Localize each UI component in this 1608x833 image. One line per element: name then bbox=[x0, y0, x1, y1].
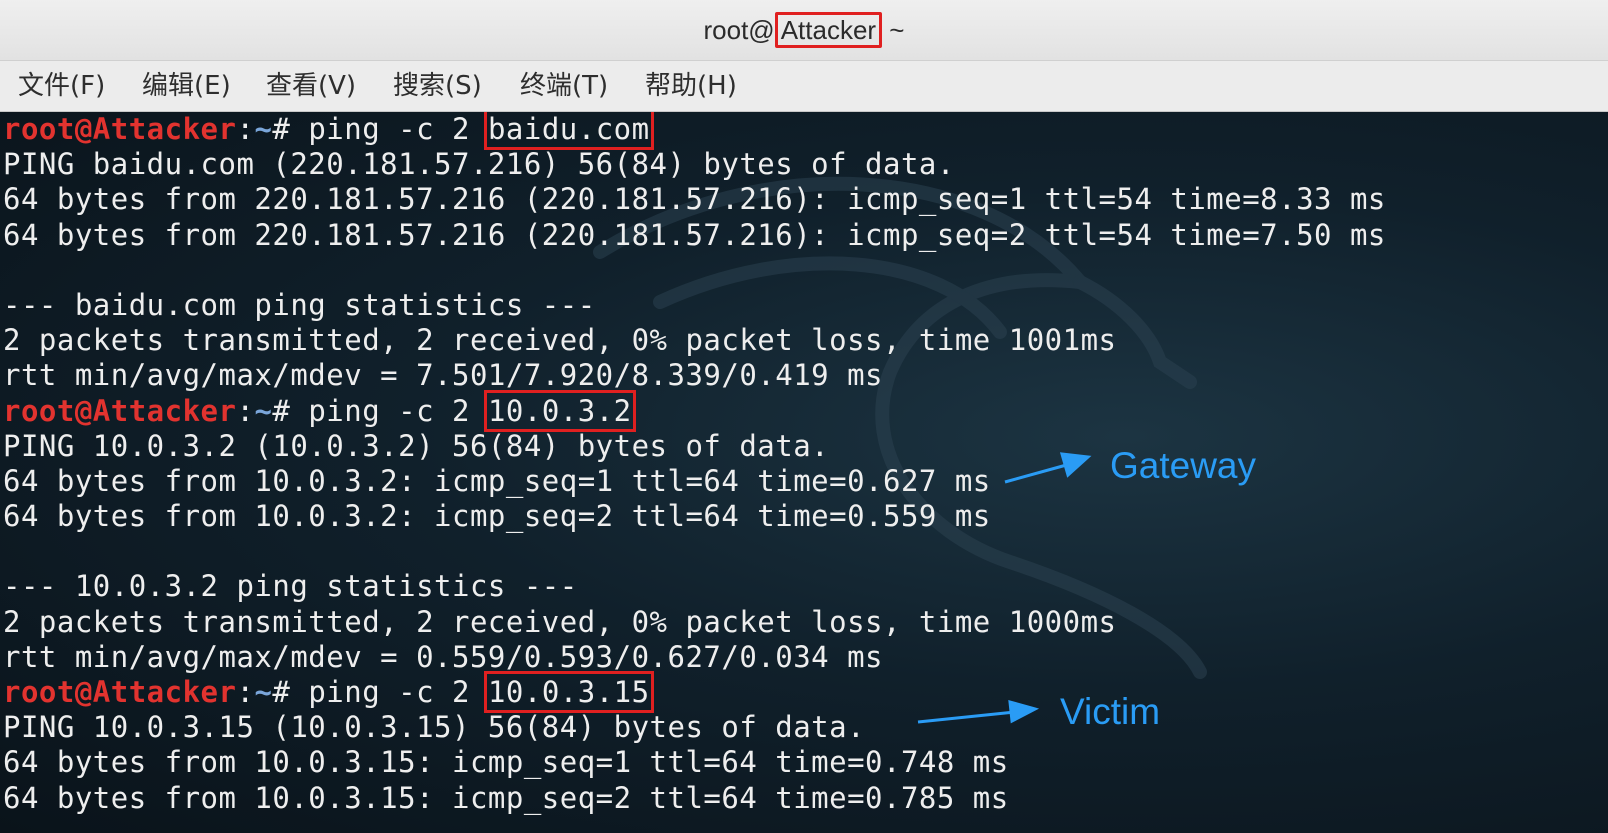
gateway-arrowhead-icon bbox=[1059, 452, 1092, 478]
victim-label: Victim bbox=[1060, 691, 1161, 732]
victim-arrowhead-icon bbox=[1008, 699, 1040, 724]
menu-bar: 文件(F) 编辑(E) 查看(V) 搜索(S) 终端(T) 帮助(H) bbox=[0, 61, 1608, 112]
menu-edit[interactable]: 编辑(E) bbox=[142, 61, 231, 111]
title-suffix: ~ bbox=[882, 15, 905, 45]
title-host-highlight: Attacker bbox=[774, 12, 883, 48]
victim-arrow bbox=[917, 710, 1016, 724]
annotation-arrows bbox=[917, 452, 1092, 724]
window-title: root@ Attacker ~ bbox=[0, 0, 1608, 60]
gateway-label: Gateway bbox=[1110, 445, 1257, 486]
menu-view[interactable]: 查看(V) bbox=[266, 61, 356, 111]
menu-help[interactable]: 帮助(H) bbox=[645, 61, 737, 111]
gateway-arrow bbox=[1004, 462, 1071, 484]
menu-terminal[interactable]: 终端(T) bbox=[520, 61, 608, 111]
menu-file[interactable]: 文件(F) bbox=[18, 61, 105, 111]
window-titlebar[interactable]: root@ Attacker ~ bbox=[0, 0, 1608, 61]
terminal-area[interactable]: root@Attacker:~# ping -c 2 baidu.com PING… bbox=[0, 112, 1608, 833]
menu-search[interactable]: 搜索(S) bbox=[393, 61, 482, 111]
title-prefix: root@ bbox=[703, 15, 775, 45]
